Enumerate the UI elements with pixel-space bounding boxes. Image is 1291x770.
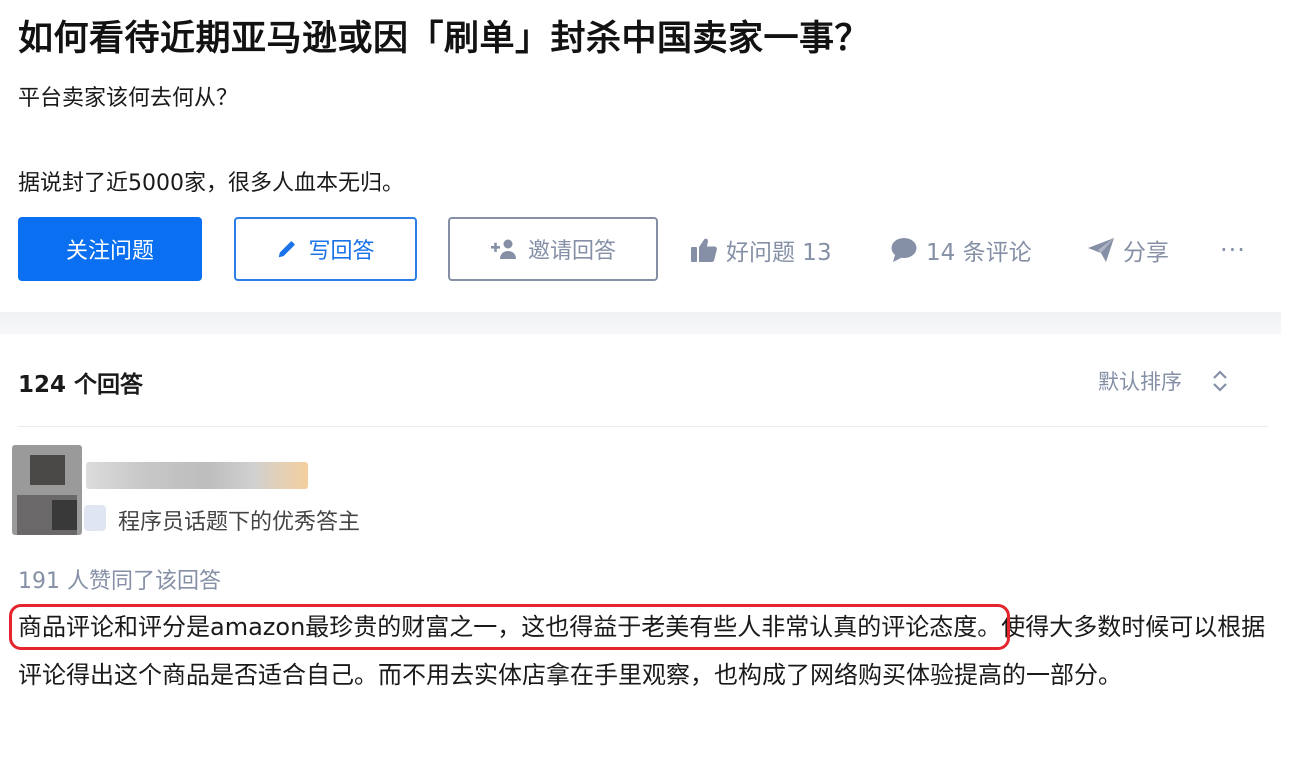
good-question-action[interactable]: 好问题 13	[690, 230, 832, 270]
question-header: 如何看待近期亚马逊或因「刷单」封杀中国卖家一事？ 平台卖家该何去何从？ 据说封了…	[0, 0, 1291, 312]
author-badge-icon	[84, 505, 106, 531]
answer-count: 124 个回答	[18, 372, 144, 398]
comment-icon	[891, 238, 917, 262]
share-label: 分享	[1123, 240, 1169, 266]
write-answer-label: 写回答	[308, 239, 375, 264]
list-divider	[18, 426, 1268, 427]
more-options-icon: ···	[1220, 236, 1246, 264]
question-title: 如何看待近期亚马逊或因「刷单」封杀中国卖家一事？	[18, 19, 871, 59]
author-badge: 程序员话题下的优秀答主	[118, 510, 361, 535]
sort-dropdown[interactable]: 默认排序	[1098, 366, 1228, 396]
pencil-icon	[279, 241, 296, 258]
section-divider	[0, 312, 1281, 334]
question-detail: 据说封了近5000家，很多人血本无归。	[18, 171, 404, 196]
avatar[interactable]	[12, 445, 82, 535]
follow-question-label: 关注问题	[65, 239, 154, 264]
share-action[interactable]: 分享	[1087, 230, 1169, 270]
share-icon	[1088, 238, 1114, 262]
write-answer-button[interactable]: 写回答	[234, 217, 417, 281]
follow-question-button[interactable]: 关注问题	[18, 217, 202, 281]
author-name-blurred[interactable]	[86, 462, 308, 489]
comments-label: 14 条评论	[926, 240, 1032, 266]
highlighted-sentence: 商品评论和评分是amazon最珍贵的财富之一，这也得益于老美有些人非常认真的评论…	[8, 604, 1011, 650]
sort-label: 默认排序	[1098, 370, 1182, 394]
invite-answer-button[interactable]: 邀请回答	[448, 217, 658, 281]
sort-chevrons-icon	[1213, 370, 1227, 392]
invite-answer-label: 邀请回答	[527, 239, 616, 264]
answer-content: 商品评论和评分是amazon最珍贵的财富之一，这也得益于老美有些人非常认真的评论…	[8, 603, 1273, 699]
good-question-label: 好问题 13	[726, 240, 832, 266]
thumb-up-icon	[691, 238, 717, 262]
vote-count: 191 人赞同了该回答	[18, 569, 221, 594]
add-user-icon	[490, 239, 516, 259]
more-options-button[interactable]: ···	[1220, 230, 1246, 270]
comments-action[interactable]: 14 条评论	[890, 230, 1032, 270]
question-subtitle: 平台卖家该何去何从？	[18, 86, 239, 111]
